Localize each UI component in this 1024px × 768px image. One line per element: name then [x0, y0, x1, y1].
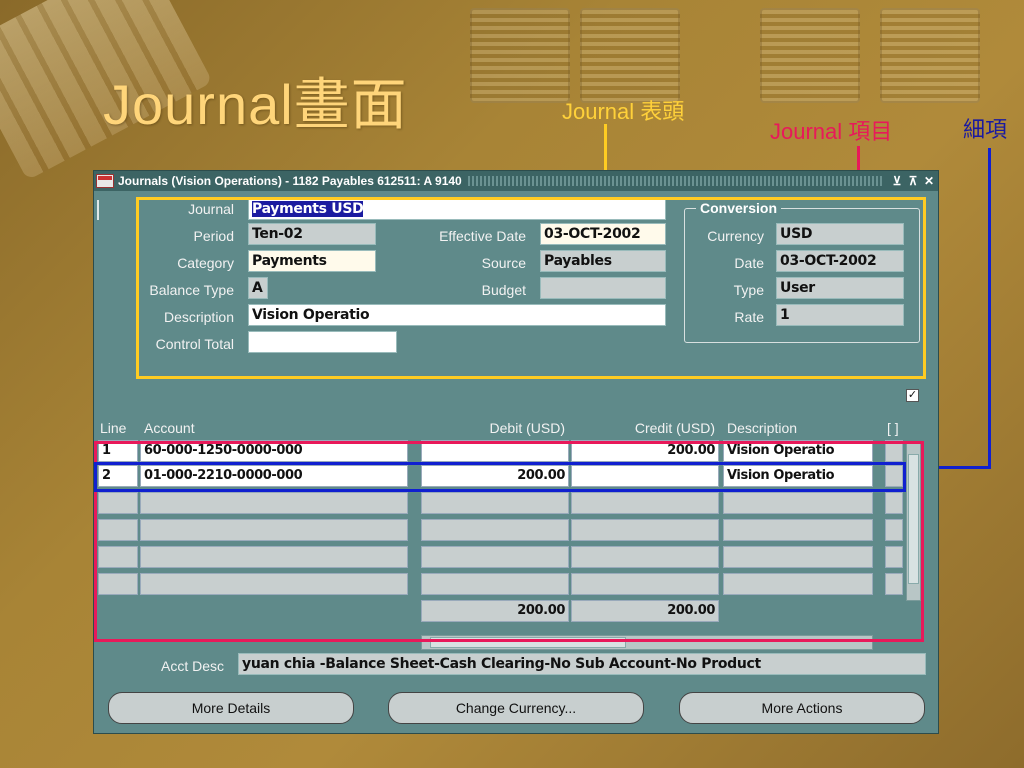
spreadsheet-background-image	[470, 8, 570, 103]
column-header-account: Account	[144, 420, 195, 436]
record-indicator	[97, 200, 99, 220]
minimize-icon[interactable]: ⊻	[890, 174, 904, 188]
change-currency-button[interactable]: Change Currency...	[388, 692, 644, 724]
lines-checkbox[interactable]: ✓	[906, 389, 919, 402]
spreadsheet-background-image	[760, 8, 860, 103]
oracle-app-icon	[96, 174, 114, 188]
column-header-credit: Credit (USD)	[634, 420, 715, 436]
window-titlebar[interactable]: Journals (Vision Operations) - 1182 Paya…	[94, 171, 938, 191]
journal-header-highlight	[136, 197, 926, 379]
column-header-flex: [ ]	[887, 420, 899, 436]
maximize-icon[interactable]: ⊼	[906, 174, 920, 188]
line-detail-highlight	[94, 462, 906, 492]
column-header-debit: Debit (USD)	[489, 420, 565, 436]
journals-window: Journals (Vision Operations) - 1182 Paya…	[93, 170, 939, 734]
spreadsheet-background-image	[880, 8, 980, 103]
more-details-button[interactable]: More Details	[108, 692, 354, 724]
window-title: Journals (Vision Operations) - 1182 Paya…	[118, 174, 462, 188]
close-icon[interactable]: ✕	[922, 174, 936, 188]
column-header-description: Description	[727, 420, 798, 436]
acct-desc-field: yuan chia -Balance Sheet-Cash Clearing-N…	[238, 653, 926, 675]
titlebar-grip	[467, 176, 884, 186]
acct-desc-label: Acct Desc	[160, 658, 224, 674]
callout-detail: 細項	[963, 117, 1008, 142]
callout-detail-connector	[988, 148, 991, 469]
spreadsheet-background-image	[580, 8, 680, 103]
slide-title: Journal畫面	[103, 73, 408, 136]
callout-journal-header: Journal 表頭	[562, 99, 685, 124]
column-header-line: Line	[100, 420, 127, 436]
more-actions-button[interactable]: More Actions	[679, 692, 925, 724]
callout-journal-lines: Journal 項目	[770, 119, 893, 144]
